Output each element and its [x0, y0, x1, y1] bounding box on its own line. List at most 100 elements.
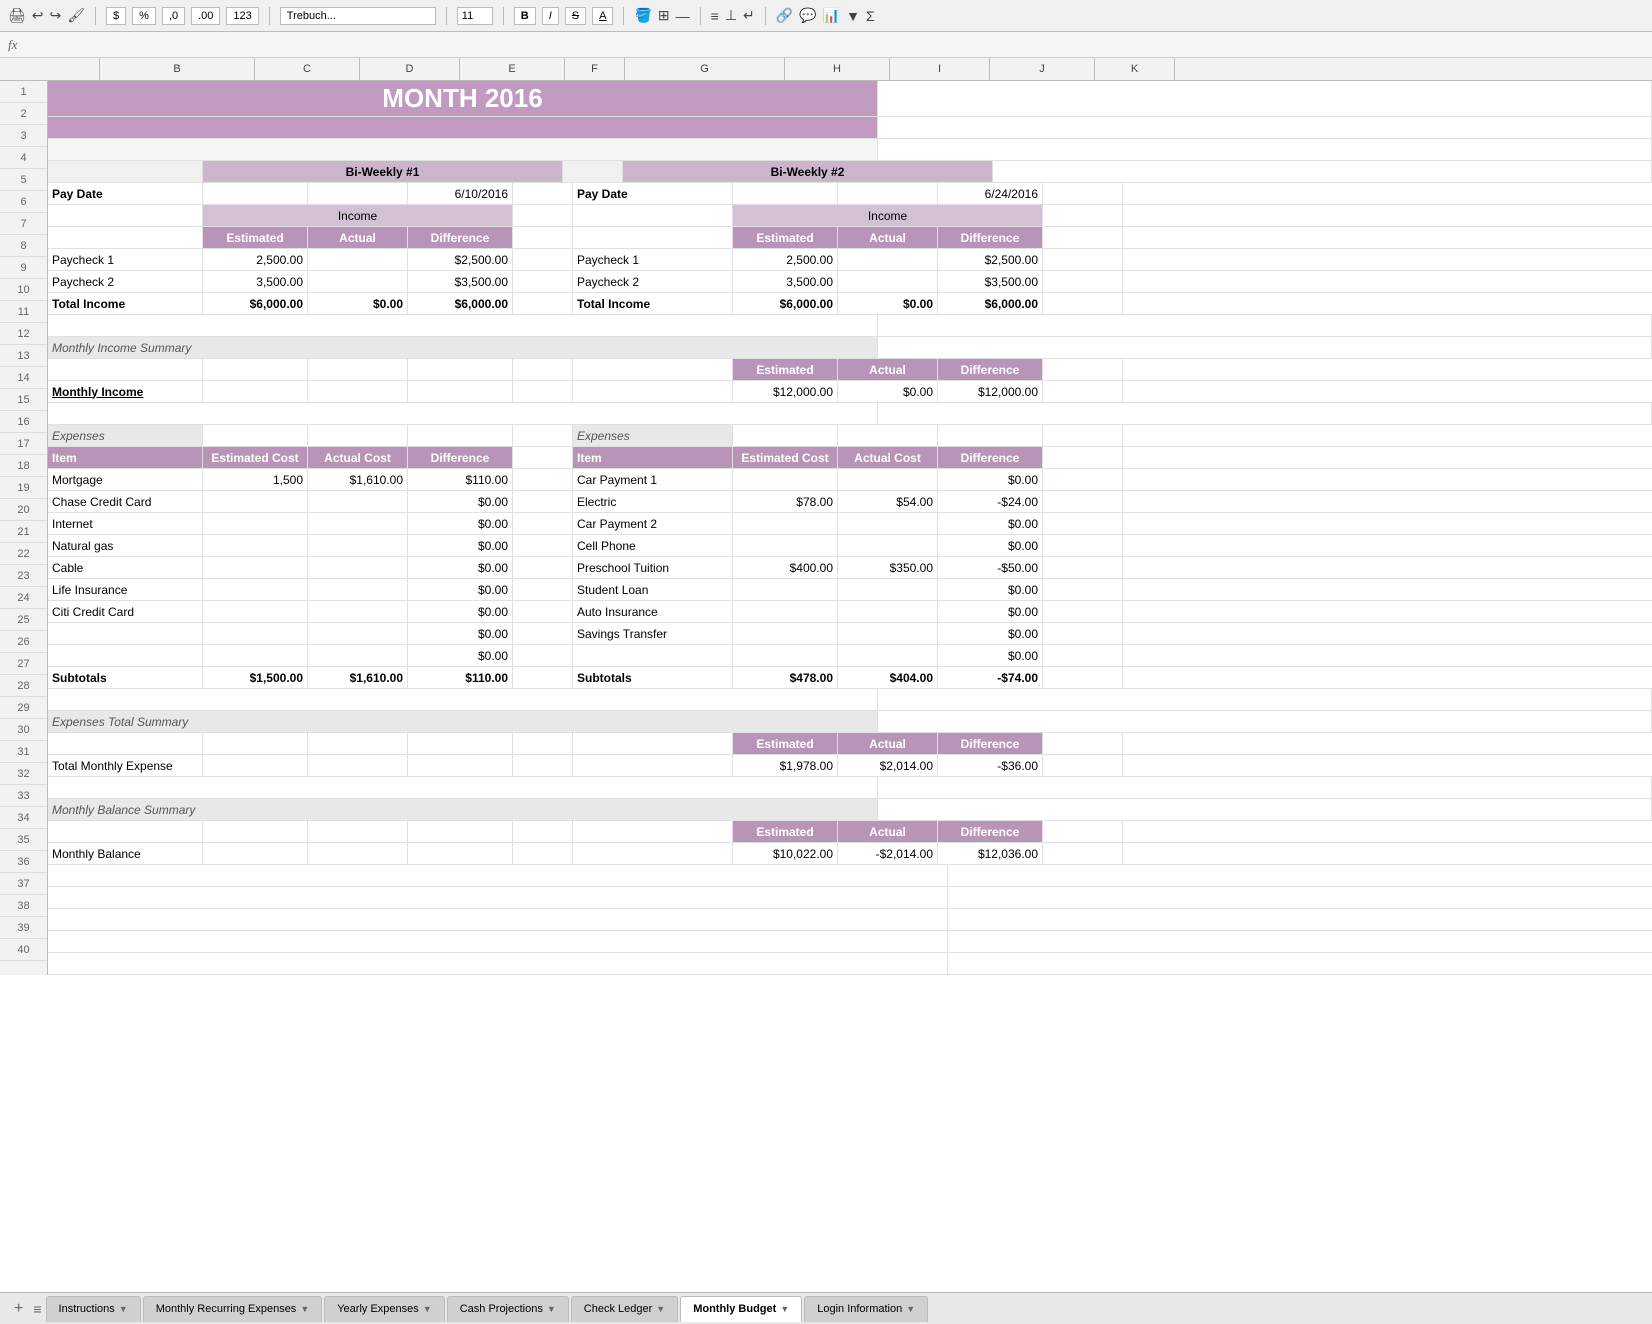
subtotals-diff-1[interactable]: $110.00 — [408, 667, 513, 688]
income-summary-diff-header[interactable]: Difference — [938, 359, 1043, 380]
r25-k[interactable] — [1043, 623, 1123, 644]
r26-j[interactable]: $0.00 — [938, 645, 1043, 666]
r5-f[interactable] — [513, 183, 573, 204]
underline-btn[interactable]: A — [592, 7, 613, 25]
comma-btn[interactable]: ,0 — [162, 7, 185, 25]
r31-c[interactable] — [203, 755, 308, 776]
preschool-actual[interactable]: $350.00 — [838, 557, 938, 578]
actual-header-2[interactable]: Actual — [838, 227, 938, 248]
r8-k[interactable] — [1043, 249, 1123, 270]
r38[interactable] — [48, 909, 948, 930]
r2-k[interactable] — [878, 117, 1652, 138]
col-header-h[interactable]: H — [785, 58, 890, 80]
r23-k[interactable] — [1043, 579, 1123, 600]
item-header-1[interactable]: Item — [48, 447, 203, 468]
income-summary-est-header[interactable]: Estimated — [733, 359, 838, 380]
r7-f[interactable] — [513, 227, 573, 248]
subtotals-actual-2[interactable]: $404.00 — [838, 667, 938, 688]
link-icon[interactable]: 🔗 — [776, 7, 793, 24]
chase-diff[interactable]: $0.00 — [408, 491, 513, 512]
r13-e[interactable] — [408, 359, 513, 380]
col-header-j[interactable]: J — [990, 58, 1095, 80]
percent-btn[interactable]: % — [132, 7, 156, 25]
car1-diff[interactable]: $0.00 — [938, 469, 1043, 490]
r13-f[interactable] — [513, 359, 573, 380]
expenses-label-2[interactable]: Expenses — [573, 425, 733, 446]
r25-e[interactable]: $0.00 — [408, 623, 513, 644]
cable-est[interactable] — [203, 557, 308, 578]
subtotals-label-1[interactable]: Subtotals — [48, 667, 203, 688]
font-size-input[interactable] — [457, 7, 493, 25]
r16-j[interactable] — [938, 425, 1043, 446]
r16-k[interactable] — [1043, 425, 1123, 446]
grid-icon[interactable]: ⊞ — [658, 7, 670, 24]
cable-actual[interactable] — [308, 557, 408, 578]
chase-actual[interactable] — [308, 491, 408, 512]
tab-login-info[interactable]: Login Information ▼ — [804, 1296, 928, 1322]
internet-est[interactable] — [203, 513, 308, 534]
total-income-est-1[interactable]: $6,000.00 — [203, 293, 308, 314]
r32-empty[interactable] — [48, 777, 878, 798]
r14-d[interactable] — [308, 381, 408, 402]
r26-f[interactable] — [513, 645, 573, 666]
r30-k[interactable] — [1043, 733, 1123, 754]
tab-check-ledger[interactable]: Check Ledger ▼ — [571, 1296, 678, 1322]
r22-k[interactable] — [1043, 557, 1123, 578]
autoins-est[interactable] — [733, 601, 838, 622]
monthly-income-actual[interactable]: $0.00 — [838, 381, 938, 402]
r34-g[interactable] — [573, 821, 733, 842]
balance-actual-header[interactable]: Actual — [838, 821, 938, 842]
autoins-actual[interactable] — [838, 601, 938, 622]
autoins-diff[interactable]: $0.00 — [938, 601, 1043, 622]
car1-actual[interactable] — [838, 469, 938, 490]
r40[interactable] — [48, 953, 948, 974]
r25-b[interactable] — [48, 623, 203, 644]
r29-k[interactable] — [878, 711, 1652, 732]
student-est[interactable] — [733, 579, 838, 600]
r13-d[interactable] — [308, 359, 408, 380]
internet-diff[interactable]: $0.00 — [408, 513, 513, 534]
exp-summary-est-header[interactable]: Estimated — [733, 733, 838, 754]
electric-label[interactable]: Electric — [573, 491, 733, 512]
r37[interactable] — [48, 887, 948, 908]
r14-k[interactable] — [1043, 381, 1123, 402]
r20-f[interactable] — [513, 513, 573, 534]
filter-icon[interactable]: ▼ — [846, 8, 860, 24]
print-icon[interactable]: 🖨 — [8, 7, 26, 24]
tab-yearly-expenses[interactable]: Yearly Expenses ▼ — [324, 1296, 444, 1322]
r24-f[interactable] — [513, 601, 573, 622]
total-income-actual-1[interactable]: $0.00 — [308, 293, 408, 314]
r35-f[interactable] — [513, 843, 573, 864]
preschool-diff[interactable]: -$50.00 — [938, 557, 1043, 578]
car2-est[interactable] — [733, 513, 838, 534]
font-selector[interactable] — [280, 7, 436, 25]
autoins-label[interactable]: Auto Insurance — [573, 601, 733, 622]
sheet-list-icon[interactable]: ≡ — [29, 1301, 45, 1317]
r5-d[interactable] — [308, 183, 408, 204]
actual-header-1[interactable]: Actual — [308, 227, 408, 248]
car2-diff[interactable]: $0.00 — [938, 513, 1043, 534]
tab-login-dropdown[interactable]: ▼ — [906, 1304, 915, 1314]
r26-h[interactable] — [733, 645, 838, 666]
r6-g[interactable] — [573, 205, 733, 226]
r19-k[interactable] — [1043, 491, 1123, 512]
r16-e[interactable] — [408, 425, 513, 446]
r4-b[interactable] — [48, 161, 203, 182]
r25-c[interactable] — [203, 623, 308, 644]
col-header-k[interactable]: K — [1095, 58, 1175, 80]
tab-cash-dropdown[interactable]: ▼ — [547, 1304, 556, 1314]
exp-summary-actual-header[interactable]: Actual — [838, 733, 938, 754]
monthly-income-diff[interactable]: $12,000.00 — [938, 381, 1043, 402]
r22-f[interactable] — [513, 557, 573, 578]
col-header-d[interactable]: D — [360, 58, 460, 80]
undo-icon[interactable]: ↩ — [32, 7, 44, 24]
r5-i[interactable] — [838, 183, 938, 204]
r36[interactable] — [48, 865, 948, 886]
mortgage-diff[interactable]: $110.00 — [408, 469, 513, 490]
title-cell[interactable]: MONTH 2016 — [48, 81, 878, 116]
paycheck2-diff-1[interactable]: $3,500.00 — [408, 271, 513, 292]
citi-diff[interactable]: $0.00 — [408, 601, 513, 622]
pay-date-label-2[interactable]: Pay Date — [573, 183, 733, 204]
paycheck1-actual-2[interactable] — [838, 249, 938, 270]
student-label[interactable]: Student Loan — [573, 579, 733, 600]
